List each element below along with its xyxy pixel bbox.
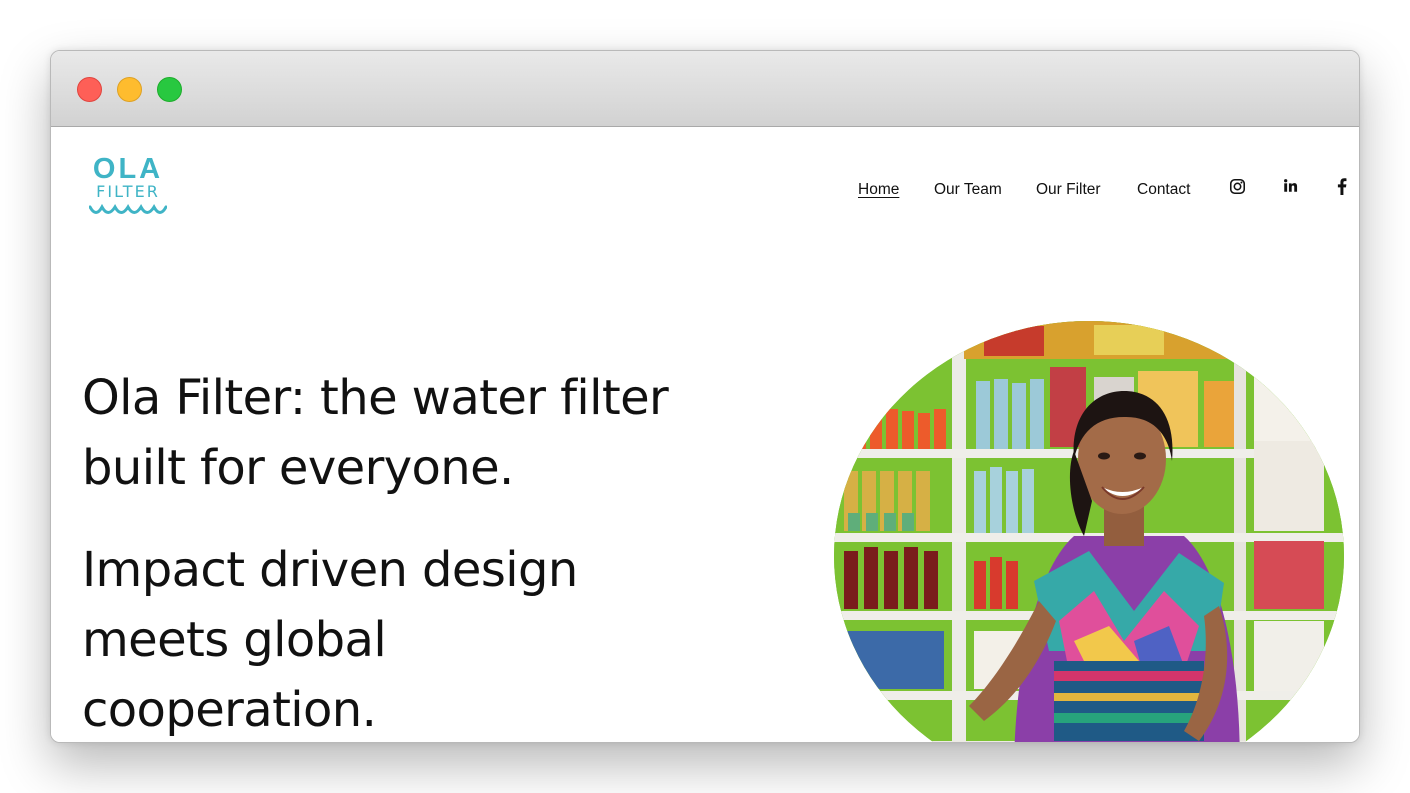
window-titlebar: [51, 51, 1359, 127]
linkedin-icon[interactable]: [1283, 178, 1298, 193]
page-content: OLA FILTER Home Our Team Our Filter Cont…: [51, 128, 1359, 742]
close-window-button[interactable]: [77, 77, 102, 102]
nav-our-team[interactable]: Our Team: [934, 180, 1002, 200]
logo-wordmark-bottom: FILTER: [96, 182, 160, 201]
minimize-window-button[interactable]: [117, 77, 142, 102]
nav-contact[interactable]: Contact: [1137, 180, 1190, 200]
hero-subheadline: Impact driven design meets global cooper…: [82, 542, 578, 738]
nav-our-filter[interactable]: Our Filter: [1036, 180, 1101, 200]
browser-window: OLA FILTER Home Our Team Our Filter Cont…: [50, 50, 1360, 743]
facebook-icon[interactable]: [1335, 178, 1349, 195]
maximize-window-button[interactable]: [157, 77, 182, 102]
site-logo[interactable]: OLA FILTER: [89, 154, 167, 224]
nav-home[interactable]: Home: [858, 180, 899, 200]
hero-headline: Ola Filter: the water filter built for e…: [82, 370, 669, 496]
logo-waves-icon: [89, 203, 167, 214]
hero-photo: [834, 321, 1344, 742]
logo-wordmark-top: OLA: [92, 153, 164, 185]
instagram-icon[interactable]: [1229, 178, 1246, 195]
